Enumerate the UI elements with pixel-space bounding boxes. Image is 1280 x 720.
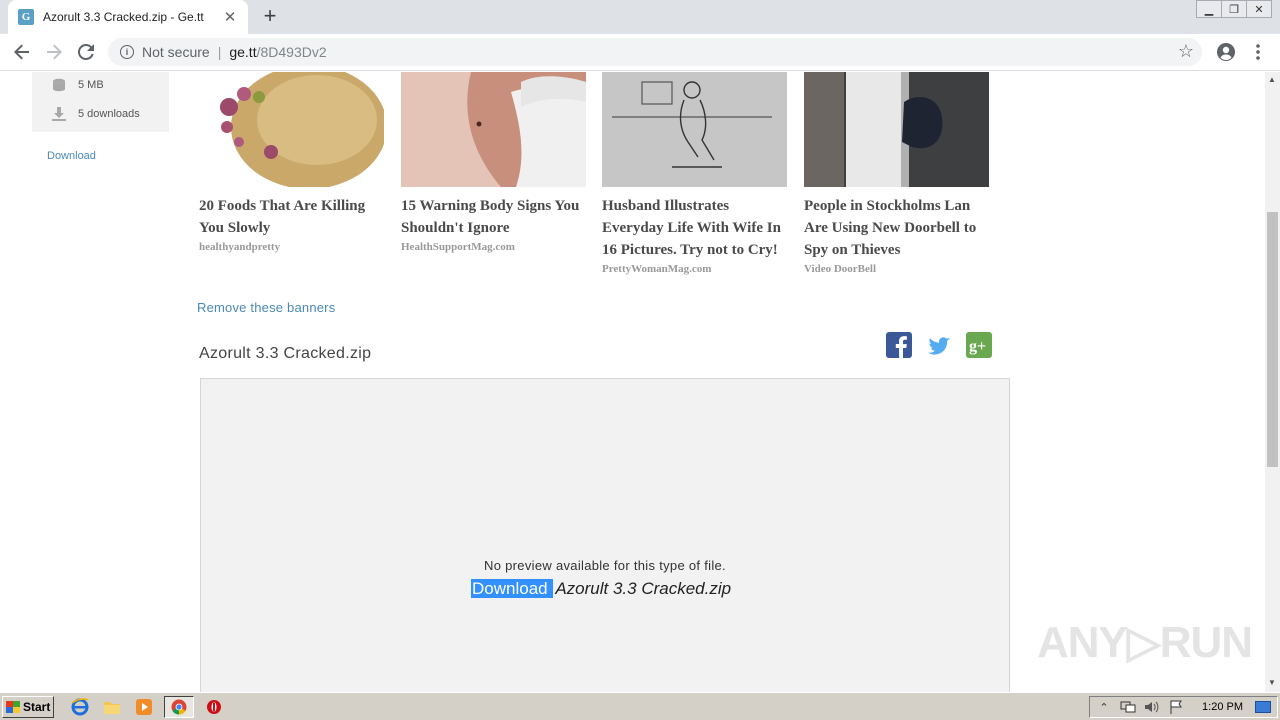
ad-title[interactable]: 20 Foods That Are Killing You Slowly [199, 195, 384, 239]
browser-toolbar: i Not secure | ge.tt /8D493Dv2 ☆ [0, 34, 1280, 71]
show-hidden-icons-icon[interactable]: ⌃ [1096, 700, 1112, 714]
show-desktop-icon[interactable] [1255, 700, 1271, 714]
ad-source: Video DoorBell [804, 263, 876, 275]
maximize-button[interactable]: ❐ [1221, 0, 1247, 18]
sketch-image [602, 72, 787, 187]
skin-ad-image[interactable] [401, 72, 586, 187]
tab-strip: G Azorult 3.3 Cracked.zip - Ge.tt ✕ + ▁ … [0, 0, 1280, 34]
tab-title: Azorult 3.3 Cracked.zip - Ge.tt [43, 10, 204, 24]
page-viewport: 5 MB 5 downloads Download 20 Foods That … [0, 72, 1265, 692]
internet-explorer-icon[interactable] [68, 696, 92, 718]
system-tray: ⌃ 1:20 PM [1089, 696, 1278, 718]
forward-button[interactable] [42, 40, 66, 64]
reload-icon [78, 44, 94, 60]
back-button[interactable] [10, 40, 34, 64]
doorbell-ad-image[interactable] [804, 72, 989, 187]
thief-door-image [804, 72, 989, 187]
potato-ad-image[interactable] [199, 72, 384, 187]
forward-arrow-icon [47, 44, 62, 60]
url-host: ge.tt [229, 44, 257, 60]
scroll-down-icon[interactable]: ▼ [1268, 678, 1276, 687]
ad-source: PrettyWomanMag.com [602, 263, 712, 275]
anyrun-watermark: ANY▷RUN [1037, 618, 1253, 667]
account-icon [1217, 43, 1235, 61]
chrome-taskbar-icon[interactable] [164, 695, 194, 718]
menu-button[interactable] [1246, 40, 1270, 64]
ad-title[interactable]: 15 Warning Body Signs You Shouldn't Igno… [401, 195, 586, 239]
browser-tab[interactable]: G Azorult 3.3 Cracked.zip - Ge.tt ✕ [8, 0, 248, 34]
windows-logo-icon [6, 700, 20, 713]
bookmark-star-icon[interactable]: ☆ [1178, 41, 1194, 62]
start-label: Start [23, 699, 51, 714]
new-tab-button[interactable]: + [258, 4, 282, 28]
scroll-thumb[interactable] [1267, 212, 1278, 467]
back-arrow-icon [14, 44, 29, 60]
download-file-name[interactable]: Azorult 3.3 Cracked.zip [555, 579, 731, 598]
facebook-icon[interactable] [886, 332, 912, 358]
google-plus-icon[interactable]: g+ [966, 332, 992, 358]
profile-button[interactable] [1214, 40, 1238, 64]
url-separator: | [217, 44, 222, 60]
file-size: 5 MB [78, 79, 104, 91]
opera-icon[interactable] [202, 696, 226, 718]
volume-icon[interactable] [1144, 700, 1160, 714]
close-window-button[interactable]: ✕ [1246, 0, 1272, 18]
ad-source: healthyandpretty [199, 241, 281, 253]
illustration-ad-image[interactable] [602, 72, 787, 187]
remove-banners-link[interactable]: Remove these banners [197, 300, 335, 315]
file-preview-panel: No preview available for this type of fi… [200, 378, 1010, 692]
security-label: Not secure [142, 44, 210, 60]
ad-source: HealthSupportMag.com [401, 241, 515, 253]
address-bar[interactable]: i Not secure | ge.tt /8D493Dv2 ☆ [108, 38, 1202, 66]
download-link[interactable]: Download [471, 579, 554, 598]
ad-title[interactable]: People in Stockholms Lan Are Using New D… [804, 195, 989, 261]
ad-card[interactable]: Husband Illustrates Everyday Life With W… [602, 72, 787, 275]
file-size-row: 5 MB [52, 78, 104, 92]
url-path: /8D493Dv2 [256, 44, 327, 60]
minimize-button[interactable]: ▁ [1196, 0, 1222, 18]
sidebar-download-link[interactable]: Download [47, 150, 96, 162]
ad-card[interactable]: 20 Foods That Are Killing You Slowly hea… [199, 72, 384, 253]
skin-check-image [401, 72, 586, 187]
download-icon [52, 107, 66, 121]
file-title: Azorult 3.3 Cracked.zip [199, 345, 372, 362]
media-player-icon[interactable] [132, 696, 156, 718]
start-button[interactable]: Start [2, 695, 54, 718]
window-controls: ▁ ❐ ✕ [1196, 0, 1272, 18]
ad-title[interactable]: Husband Illustrates Everyday Life With W… [602, 195, 787, 261]
svg-text:g+: g+ [969, 338, 986, 355]
ad-card[interactable]: 15 Warning Body Signs You Shouldn't Igno… [401, 72, 586, 253]
ge-tt-favicon-icon: G [18, 9, 34, 25]
windows-taskbar: Start ⌃ 1:20 PM [0, 692, 1280, 720]
vertical-scrollbar[interactable]: ▲ ▼ [1265, 72, 1280, 692]
ad-card[interactable]: People in Stockholms Lan Are Using New D… [804, 72, 989, 275]
scroll-up-icon[interactable]: ▲ [1268, 75, 1276, 84]
network-icon[interactable] [1120, 700, 1136, 714]
database-icon [53, 78, 65, 92]
clock[interactable]: 1:20 PM [1202, 701, 1243, 713]
file-explorer-icon[interactable] [100, 696, 124, 718]
downloads-row: 5 downloads [52, 107, 140, 121]
potato-image [220, 72, 384, 187]
twitter-icon[interactable] [926, 332, 952, 358]
no-preview-message: No preview available for this type of fi… [484, 558, 726, 573]
kebab-menu-icon [1256, 44, 1260, 60]
reload-button[interactable] [74, 40, 98, 64]
tab-close-icon[interactable]: ✕ [222, 8, 238, 26]
download-line: Download Azorult 3.3 Cracked.zip [471, 579, 731, 599]
download-count: 5 downloads [78, 108, 140, 120]
action-center-flag-icon[interactable] [1168, 700, 1184, 714]
info-icon[interactable]: i [120, 45, 134, 59]
file-info-box: 5 MB 5 downloads [32, 72, 169, 132]
